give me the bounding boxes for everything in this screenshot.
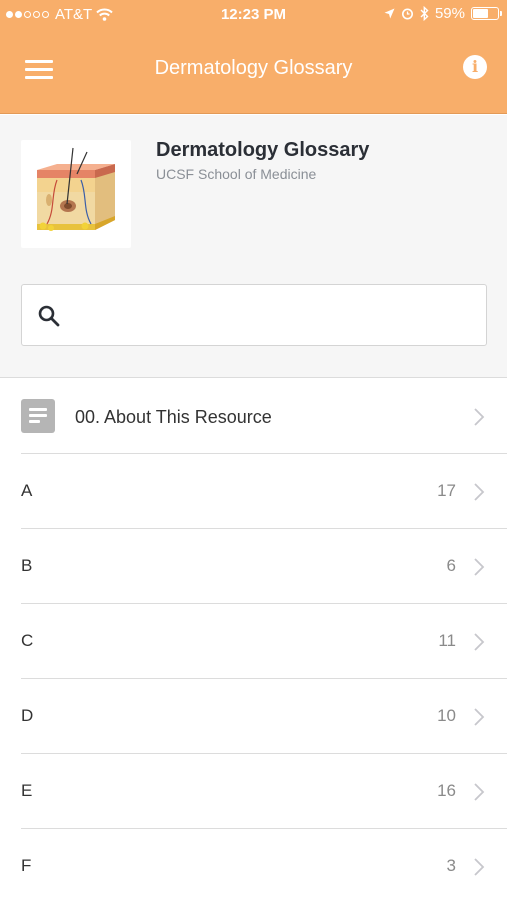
status-right-group: 59% (384, 5, 502, 22)
chevron-right-icon (474, 633, 485, 651)
chevron-right-icon (474, 708, 485, 726)
location-arrow-icon (384, 8, 395, 19)
section-letter: C (21, 631, 34, 650)
section-letter: B (21, 556, 33, 575)
nav-title: Dermatology Glossary (154, 57, 353, 79)
list-item-section[interactable]: C 11 (21, 604, 507, 679)
list-item-about[interactable]: 00. About This Resource (21, 379, 507, 454)
section-count: 16 (437, 781, 456, 800)
chevron-right-icon (474, 483, 485, 501)
app-header: AT&T 12:23 PM 59% Dermatology Glossary i (0, 0, 507, 114)
resource-title: Dermatology Glossary (156, 139, 370, 161)
document-icon (21, 399, 55, 433)
chevron-right-icon (474, 408, 485, 426)
list-item-section[interactable]: A 17 (21, 454, 507, 529)
battery-icon (471, 7, 502, 20)
section-count: 17 (437, 481, 456, 500)
section-count: 10 (437, 706, 456, 725)
chevron-right-icon (474, 783, 485, 801)
section-count: 3 (446, 856, 456, 875)
status-bar: AT&T 12:23 PM 59% (0, 0, 507, 30)
chevron-right-icon (474, 558, 485, 576)
list-item-section[interactable]: B 6 (21, 529, 507, 604)
section-count: 11 (438, 631, 456, 650)
skin-cross-section-thumbnail (21, 140, 131, 248)
alarm-icon (401, 8, 413, 20)
list-item-section[interactable]: D 10 (21, 679, 507, 754)
chevron-right-icon (474, 858, 485, 876)
bluetooth-icon (420, 6, 429, 21)
battery-percent: 59% (434, 5, 465, 22)
list-item-section[interactable]: F 3 (21, 829, 507, 900)
section-letter: D (21, 706, 34, 725)
section-letter: A (21, 481, 33, 500)
search-box[interactable] (21, 284, 487, 346)
section-letter: E (21, 781, 33, 800)
resource-panel: Dermatology Glossary UCSF School of Medi… (0, 115, 507, 378)
resource-subtitle: UCSF School of Medicine (156, 166, 317, 182)
list-item-label: 00. About This Resource (75, 407, 272, 427)
search-input[interactable] (74, 295, 474, 335)
list-item-section[interactable]: E 16 (21, 754, 507, 829)
info-icon[interactable]: i (463, 55, 487, 79)
search-icon (38, 305, 60, 327)
section-letter: F (21, 856, 32, 875)
glossary-list: 00. About This Resource A 17 B 6 C 11 D … (0, 379, 507, 900)
section-count: 6 (446, 556, 456, 575)
